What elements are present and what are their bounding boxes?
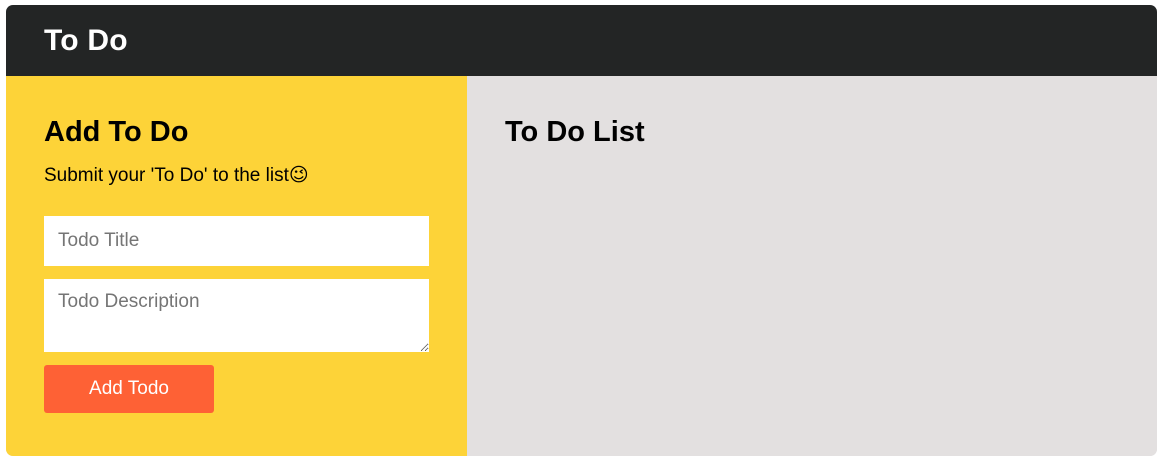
todo-list-heading: To Do List [505,116,645,148]
todo-description-input[interactable] [44,279,429,352]
app-title: To Do [44,23,128,57]
add-todo-button[interactable]: Add Todo [44,365,214,413]
app-header: To Do [6,5,1157,76]
todo-title-input[interactable] [44,216,429,266]
add-todo-panel: Add To Do Submit your 'To Do' to the lis… [6,76,467,456]
todo-list-panel: To Do List [467,76,1157,456]
app-body: Add To Do Submit your 'To Do' to the lis… [6,76,1157,456]
add-todo-subtitle: Submit your 'To Do' to the list😉 [44,165,309,186]
add-todo-heading: Add To Do [44,116,189,148]
todo-app: To Do Add To Do Submit your 'To Do' to t… [6,5,1157,456]
